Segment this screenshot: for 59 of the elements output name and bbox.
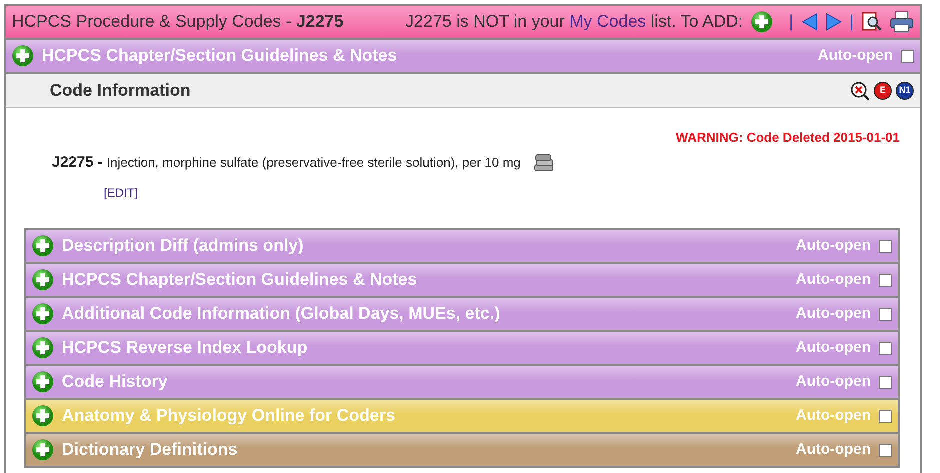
expand-icon[interactable] — [32, 371, 54, 393]
auto-open-label: Auto-open — [796, 406, 871, 426]
section-header[interactable]: Anatomy & Physiology Online for Coders Auto-open — [26, 400, 898, 434]
section-header[interactable]: Additional Code Information (Global Days, MUEs, etc.) Auto-open — [26, 298, 898, 332]
next-icon[interactable] — [826, 13, 842, 31]
expand-icon[interactable] — [32, 405, 54, 427]
auto-open-label: Auto-open — [796, 338, 871, 358]
auto-open-label: Auto-open — [818, 46, 893, 66]
section-header[interactable]: HCPCS Reverse Index Lookup Auto-open — [26, 332, 898, 366]
section-title: HCPCS Chapter/Section Guidelines & Notes — [42, 45, 398, 68]
expand-icon[interactable] — [32, 303, 54, 325]
section-header[interactable]: HCPCS Chapter/Section Guidelines & Notes Auto-open — [26, 264, 898, 298]
separator: | — [850, 11, 854, 34]
section-title: HCPCS Reverse Index Lookup — [62, 337, 309, 360]
auto-open-checkbox[interactable] — [879, 274, 892, 286]
section-title: Dictionary Definitions — [62, 439, 239, 462]
auto-open-checkbox[interactable] — [879, 308, 892, 320]
page-title: HCPCS Procedure & Supply Codes - J2275 — [12, 11, 345, 34]
auto-open-label: Auto-open — [796, 304, 871, 324]
auto-open-label: Auto-open — [796, 270, 871, 290]
auto-open-label: Auto-open — [796, 372, 871, 392]
zoom-cancel-icon[interactable] — [850, 80, 870, 100]
expand-icon[interactable] — [32, 235, 54, 257]
books-icon[interactable] — [532, 152, 555, 173]
auto-open-checkbox[interactable] — [879, 342, 892, 354]
expand-icon[interactable] — [32, 337, 54, 359]
expand-icon[interactable] — [12, 45, 34, 67]
section-title: Code History — [62, 371, 169, 394]
expand-icon[interactable] — [32, 269, 54, 291]
code-label: J2275 - — [52, 152, 103, 172]
print-icon[interactable] — [890, 11, 914, 33]
auto-open-checkbox[interactable] — [879, 410, 892, 422]
warning-text: WARNING: Code Deleted 2015-01-01 — [675, 129, 901, 147]
section-title: HCPCS Chapter/Section Guidelines & Notes — [62, 269, 418, 292]
section-title: Code Information — [50, 80, 192, 102]
section-header[interactable]: Description Diff (admins only) Auto-open — [26, 230, 898, 264]
search-icon[interactable] — [862, 12, 882, 32]
auto-open-label: Auto-open — [796, 236, 871, 256]
auto-open-checkbox[interactable] — [879, 444, 892, 456]
auto-open-checkbox[interactable] — [879, 376, 892, 388]
separator: | — [789, 11, 794, 34]
section-title: Anatomy & Physiology Online for Coders — [62, 405, 396, 428]
expand-icon[interactable] — [32, 439, 54, 461]
edit-link[interactable]: [EDIT] — [104, 184, 138, 202]
my-codes-notice: J2275 is NOT in your My Codes list. To ADD: — [406, 11, 744, 34]
my-codes-link[interactable]: My Codes — [570, 12, 646, 32]
status-badge[interactable]: N1 — [896, 82, 914, 100]
section-title: Additional Code Information (Global Days, MUEs, etc.) — [62, 303, 502, 326]
section-header[interactable]: Dictionary Definitions Auto-open — [26, 434, 898, 468]
section-header[interactable]: Code History Auto-open — [26, 366, 898, 400]
status-badge[interactable]: E — [874, 82, 892, 100]
previous-icon[interactable] — [802, 13, 818, 31]
add-icon[interactable] — [751, 11, 774, 33]
section-title: Description Diff (admins only) — [62, 235, 305, 258]
auto-open-checkbox[interactable] — [901, 50, 914, 62]
auto-open-label: Auto-open — [796, 440, 871, 460]
code-description: Injection, morphine sulfate (preservative-free sterile solution), per 10 mg — [106, 154, 521, 172]
section-header[interactable]: HCPCS Chapter/Section Guidelines & Notes Auto-open — [6, 40, 920, 74]
auto-open-checkbox[interactable] — [879, 240, 892, 252]
